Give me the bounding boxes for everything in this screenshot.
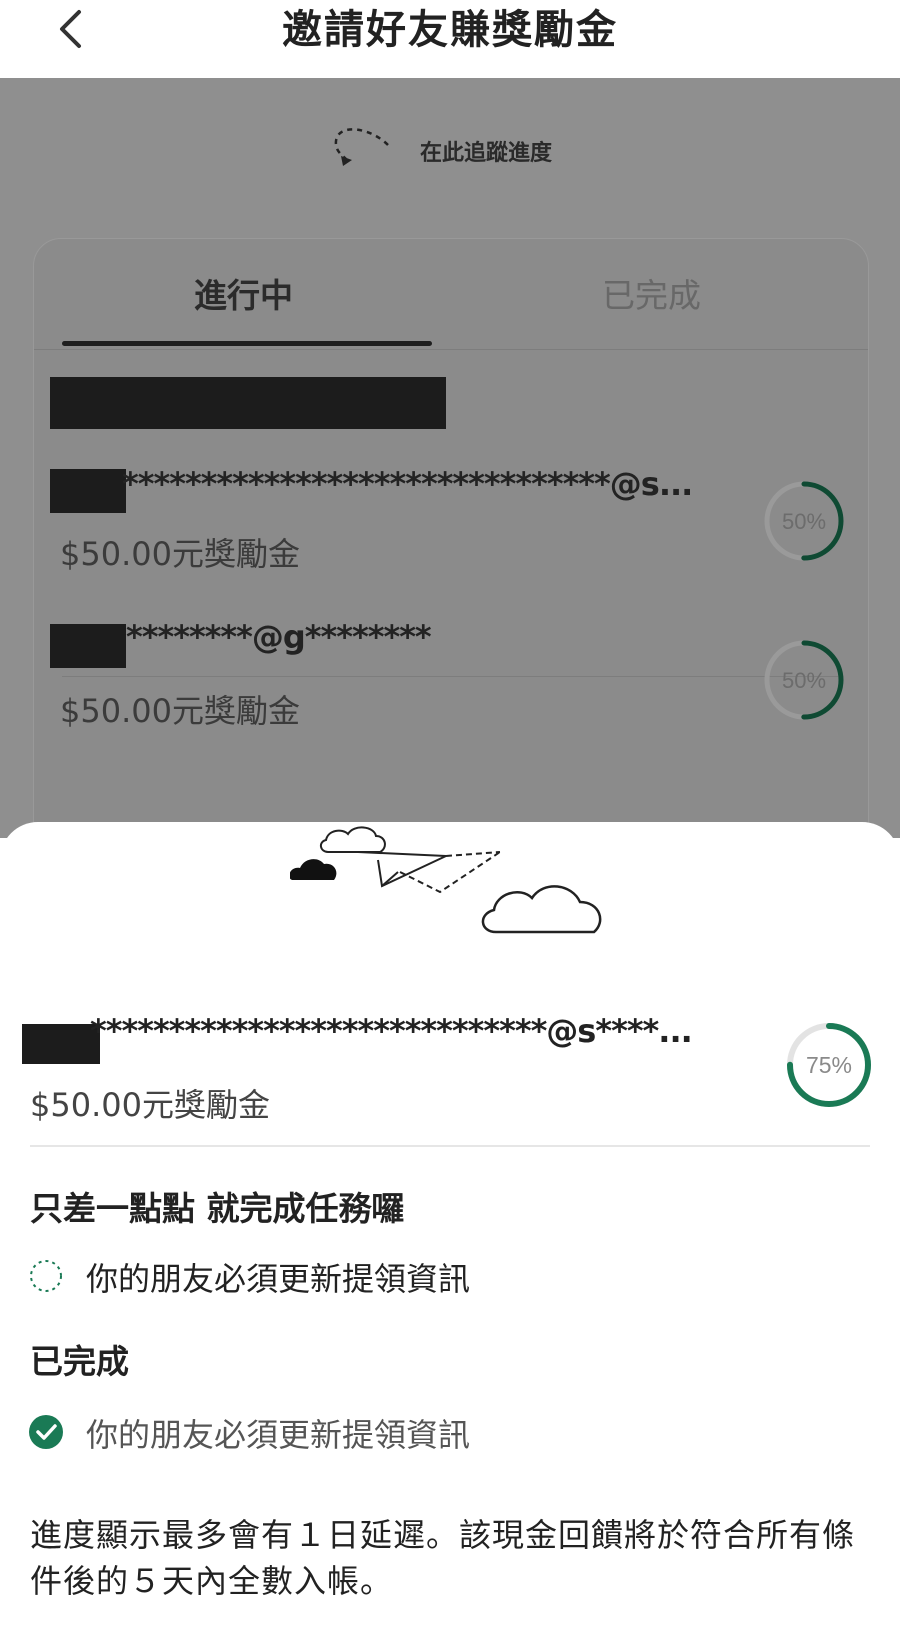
page-title: 邀請好友賺獎勵金	[282, 7, 618, 53]
referral-row[interactable]: ********@g******** $50.00元獎勵金 50%	[50, 618, 844, 764]
referral-detail-sheet: *****************************@s****... $…	[0, 822, 900, 1639]
detail-divider	[30, 1145, 870, 1147]
redacted-name	[22, 1024, 100, 1064]
redacted-name	[50, 624, 126, 668]
referral-list-card: 進行中 已完成 *******************************@…	[33, 238, 869, 838]
redacted-name	[50, 469, 126, 513]
dashed-circle-icon	[30, 1260, 62, 1292]
referral-email: *******************************@s...	[122, 465, 693, 503]
progress-label: 75%	[806, 1052, 852, 1078]
detail-reward: $50.00元獎勵金	[30, 1086, 270, 1124]
track-progress-hint: 在此追蹤進度	[330, 123, 552, 183]
completed-heading: 已完成	[30, 1342, 129, 1381]
pending-task-label: 你的朋友必須更新提領資訊	[86, 1260, 471, 1298]
active-tab-indicator	[62, 341, 432, 346]
progress-ring: 50%	[764, 481, 844, 561]
referral-row[interactable]: *******************************@s... $50…	[50, 465, 844, 609]
tab-divider	[34, 349, 868, 350]
detail-email: *****************************@s****...	[90, 1012, 693, 1050]
referral-email: ********@g********	[126, 618, 432, 656]
paper-plane-clouds-illustration	[290, 826, 602, 934]
detail-progress-ring: 75%	[787, 1023, 871, 1107]
dimmed-background: 在此追蹤進度 進行中 已完成 *************************…	[0, 78, 900, 838]
progress-label: 50%	[782, 509, 826, 534]
track-progress-text: 在此追蹤進度	[420, 141, 553, 166]
tab-in-progress[interactable]: 進行中	[194, 269, 293, 317]
dashed-curved-arrow-icon	[334, 128, 389, 166]
pending-heading: 只差一點點 就完成任務囉	[30, 1189, 405, 1228]
referral-reward: $50.00元獎勵金	[60, 692, 300, 730]
redacted-block	[50, 377, 446, 429]
progress-label: 50%	[782, 668, 826, 693]
referral-reward: $50.00元獎勵金	[60, 535, 300, 573]
tab-completed[interactable]: 已完成	[602, 269, 701, 317]
completed-task-label: 你的朋友必須更新提領資訊	[86, 1416, 471, 1454]
app-header: 邀請好友賺獎勵金	[0, 0, 900, 78]
delay-note: 進度顯示最多會有１日延遲。該現金回饋將於符合所有條件後的５天內全數入帳。	[30, 1516, 856, 1600]
check-circle-icon	[29, 1415, 63, 1449]
progress-ring: 50%	[764, 640, 844, 720]
